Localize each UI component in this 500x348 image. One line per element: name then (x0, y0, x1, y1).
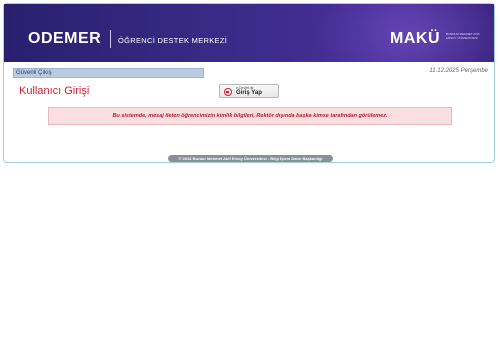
current-date: 11.12.2025 Perşembe (429, 68, 488, 74)
edevlet-login-button[interactable]: e-Devlet ile Giriş Yap (219, 84, 279, 98)
nav-bar: Güvenli Çıkış (13, 68, 204, 78)
page-title: Kullanıcı Girişi (19, 85, 90, 97)
footer-copyright: © 2016 Burdur Mehmet Akif Ersoy Üniversi… (168, 155, 333, 162)
university-logo-subtext: BURDUR MEHMET AKİF ERSOY ÜNİVERSİTESİ (446, 32, 480, 40)
privacy-notice: Bu sistemde, mesaj ileten öğrencimizin k… (48, 107, 452, 125)
logo-divider (110, 30, 111, 48)
edevlet-label: Giriş Yap (236, 90, 262, 96)
privacy-notice-text: Bu sistemde, mesaj ileten öğrencimizin k… (112, 113, 388, 119)
edevlet-icon (224, 88, 232, 96)
header-subtitle: ÖĞRENCİ DESTEK MERKEZİ (118, 36, 228, 45)
logout-link[interactable]: Güvenli Çıkış (16, 69, 52, 78)
university-logo: MAKÜ (390, 30, 440, 47)
footer-copyright-text: © 2016 Burdur Mehmet Akif Ersoy Üniversi… (178, 156, 323, 161)
header-banner: ODEMER ÖĞRENCİ DESTEK MERKEZİ MAKÜ BURDU… (4, 4, 494, 62)
odemer-logo: ODEMER (28, 30, 102, 47)
